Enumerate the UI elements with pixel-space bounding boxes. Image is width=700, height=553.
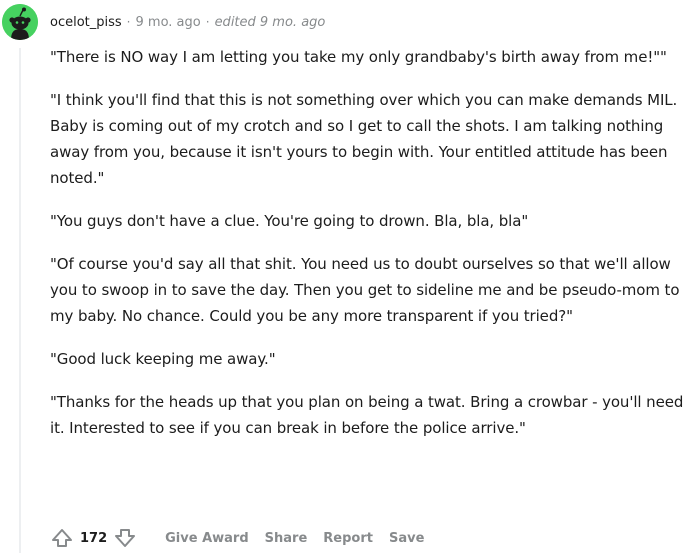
comment-paragraph: "Thanks for the heads up that you plan o… [50, 393, 684, 437]
comment-paragraph: "Of course you'd say all that shit. You … [50, 255, 680, 325]
meta-separator: · [205, 15, 210, 29]
downvote-button[interactable] [111, 526, 139, 550]
downvote-arrow-icon [115, 529, 136, 547]
meta-separator: · [126, 15, 131, 29]
upvote-arrow-icon [52, 529, 72, 547]
comment: ocelot_piss · 9 mo. ago · edited 9 mo. a… [0, 0, 700, 553]
report-button[interactable]: Report [323, 527, 373, 550]
comment-timestamp[interactable]: 9 mo. ago [136, 15, 201, 30]
edited-timestamp: edited 9 mo. ago [214, 14, 326, 30]
vote-score: 172 [80, 530, 108, 546]
snoo-avatar-icon-graphic [2, 4, 38, 40]
comment-paragraph: "I think you'll find that this is not so… [50, 91, 678, 187]
comment-paragraph: "Good luck keeping me away." [50, 350, 276, 368]
comment-paragraph: "You guys don't have a clue. You're goin… [50, 212, 529, 230]
thread-collapse-line[interactable] [19, 48, 21, 553]
comment-body: "There is NO way I am letting you take m… [50, 44, 690, 458]
comment-action-bar: 172 Give Award Share Report Save [48, 524, 424, 552]
upvote-button[interactable] [48, 526, 76, 550]
share-button[interactable]: Share [265, 527, 308, 550]
comment-author[interactable]: ocelot_piss [50, 15, 122, 30]
give-award-button[interactable]: Give Award [165, 527, 249, 550]
comment-paragraph: "There is NO way I am letting you take m… [50, 48, 667, 66]
comment-meta: ocelot_piss · 9 mo. ago · edited 9 mo. a… [50, 12, 325, 32]
snoo-avatar-icon[interactable] [2, 4, 38, 40]
save-button[interactable]: Save [389, 527, 424, 550]
